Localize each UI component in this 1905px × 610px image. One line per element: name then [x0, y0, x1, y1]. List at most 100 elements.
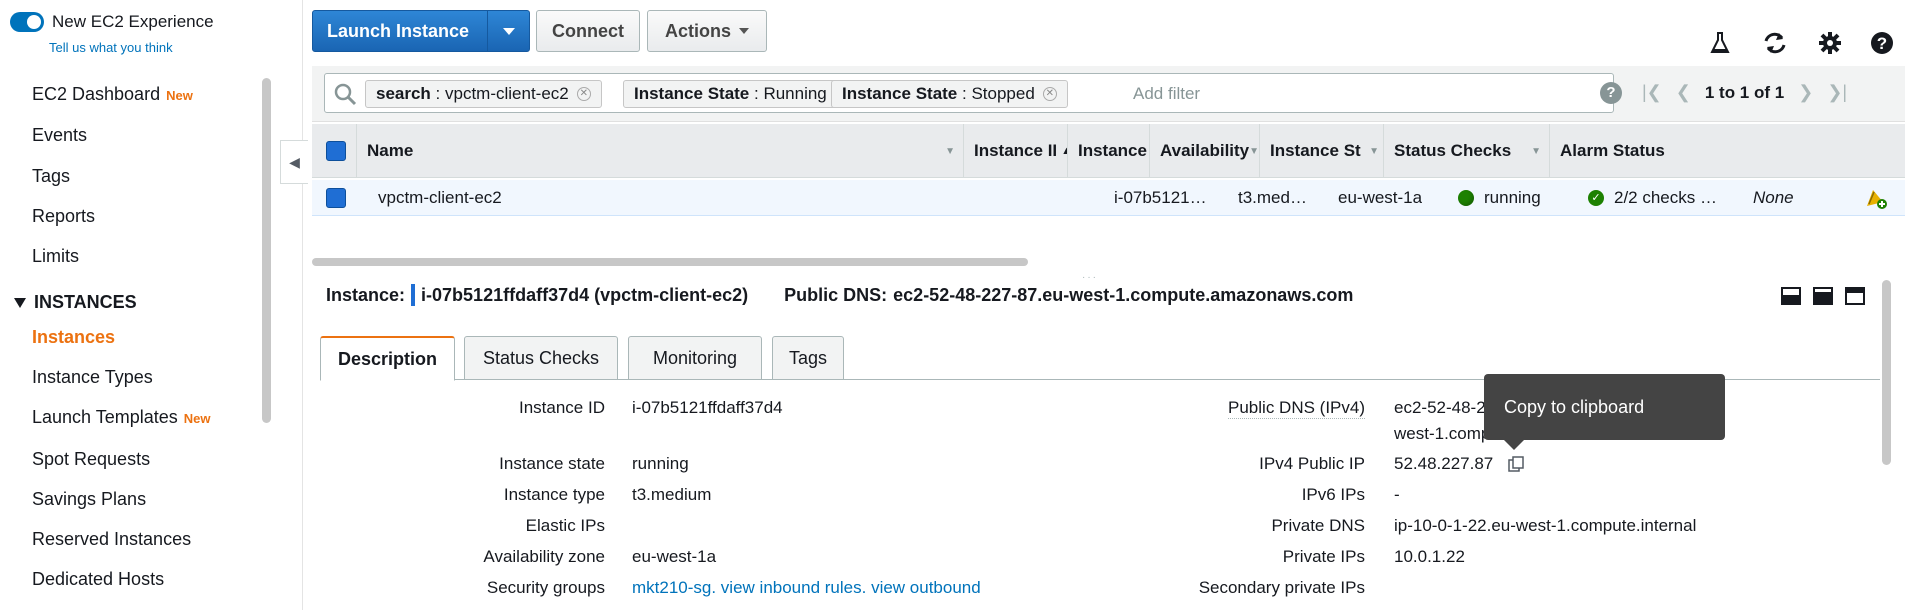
select-all-checkbox[interactable] [326, 141, 346, 161]
col-header-status-checks[interactable]: Status Checks ▼ [1384, 124, 1550, 178]
refresh-icon[interactable] [1762, 30, 1788, 56]
value-ipv4-public-ip: 52.48.227.87 [1394, 454, 1494, 473]
col-header-availability[interactable]: Availability ▼ [1150, 124, 1260, 178]
sidebar-item-dedicated-hosts[interactable]: Dedicated Hosts [32, 569, 164, 590]
grid-header: Name ▼ Instance II▲ Instance Availability… [312, 124, 1905, 178]
col-header-alarm-status[interactable]: Alarm Status [1550, 124, 1905, 178]
token-value: Running [763, 84, 827, 103]
value-instance-state: running [632, 454, 689, 473]
caret-down-icon: ▼ [1531, 145, 1541, 157]
sidebar-scrollbar[interactable] [262, 78, 271, 423]
new-experience-toggle-row[interactable]: New EC2 Experience [10, 12, 214, 32]
table-row[interactable]: vpctm-client-ec2 i-07b5121… t3.med… eu-w… [312, 180, 1905, 216]
new-experience-toggle[interactable] [10, 12, 44, 32]
value-security-groups-link[interactable]: mkt210-sg. view inbound rules. view outb… [632, 578, 981, 598]
col-label: Instance St [1270, 141, 1361, 160]
horizontal-scrollbar[interactable] [312, 258, 1028, 266]
sidebar-item-instances[interactable]: Instances [32, 327, 115, 348]
row-checkbox[interactable] [326, 188, 346, 208]
dns-value: ec2-52-48-227-87.eu-west-1.compute.amazo… [893, 284, 1354, 305]
col-header-instance-id[interactable]: Instance II▲ [964, 124, 1068, 178]
sidebar-item-limits[interactable]: Limits [32, 246, 79, 267]
pane-layout-half-icon[interactable] [1813, 287, 1833, 305]
tab-description[interactable]: Description [320, 336, 455, 381]
cell-instance-type: t3.med… [1238, 188, 1307, 207]
pane-layout-full-icon[interactable] [1845, 287, 1865, 305]
instance-label: Instance: [326, 284, 406, 305]
label-ipv4-public-ip: IPv4 Public IP [1259, 454, 1365, 473]
add-filter-placeholder[interactable]: Add filter [1133, 84, 1200, 104]
sidebar-item-reports[interactable]: Reports [32, 206, 95, 227]
feedback-link[interactable]: Tell us what you think [49, 40, 173, 55]
instance-value: i-07b5121ffdaff37d4 (vpctm-client-ec2) [421, 284, 749, 305]
create-alarm-icon[interactable] [1863, 180, 1889, 216]
toggle-label: New EC2 Experience [52, 12, 214, 31]
sidebar-item-reserved-instances[interactable]: Reserved Instances [32, 529, 191, 550]
value-availability-zone: eu-west-1a [632, 547, 717, 566]
filter-token-state-running[interactable]: Instance State : Running✕ [623, 80, 860, 108]
sidebar-item-instance-types[interactable]: Instance Types [32, 367, 153, 388]
col-label: Alarm Status [1560, 141, 1665, 160]
copy-icon[interactable] [1508, 456, 1524, 472]
caret-down-icon: ▼ [945, 145, 955, 157]
actions-label: Actions [664, 20, 731, 41]
resize-handle-icon[interactable]: ··· [1082, 272, 1098, 283]
close-icon[interactable]: ✕ [1042, 87, 1057, 101]
last-page-icon[interactable]: ❯| [1827, 82, 1847, 103]
copy-tooltip: Copy to clipboard [1484, 374, 1725, 450]
sidebar-item-savings-plans[interactable]: Savings Plans [32, 489, 146, 510]
details-scrollbar[interactable] [1882, 280, 1891, 465]
launch-instance-button[interactable]: Launch Instance [312, 10, 530, 52]
search-icon [334, 83, 357, 106]
filter-token-state-stopped[interactable]: Instance State : Stopped ✕ [831, 80, 1068, 108]
prev-page-icon[interactable]: ❮ [1676, 82, 1691, 103]
col-label: Name [367, 141, 414, 160]
caret-down-icon [502, 27, 515, 35]
tab-monitoring[interactable]: Monitoring [628, 336, 762, 380]
help-icon[interactable]: ? [1600, 82, 1622, 104]
col-header-name[interactable]: Name ▼ [356, 124, 964, 178]
cell-instance-id: i-07b5121… [1114, 188, 1207, 207]
caret-down-icon [739, 28, 749, 34]
sidebar-item-label: Launch Templates [32, 407, 178, 427]
first-page-icon[interactable]: |❮ [1642, 82, 1662, 103]
flask-icon[interactable] [1707, 30, 1733, 56]
label-instance-state: Instance state [499, 454, 605, 473]
section-label: INSTANCES [34, 292, 137, 312]
tab-status-checks[interactable]: Status Checks [464, 336, 618, 380]
sidebar-section-instances[interactable]: INSTANCES [14, 292, 137, 313]
value-public-dns: ec2-52-48-2 [1394, 398, 1486, 417]
filter-input[interactable]: search : vpctm-client-ec2 ✕ Instance Stat… [324, 73, 1622, 113]
help-icon[interactable]: ? [1869, 30, 1895, 56]
col-header-instance-type[interactable]: Instance [1068, 124, 1150, 178]
collapse-sidebar-button[interactable]: ◀ [280, 140, 308, 184]
cell-alarm-status: None [1753, 188, 1794, 207]
col-label: Availability [1160, 141, 1250, 160]
sidebar-item-tags[interactable]: Tags [32, 166, 70, 187]
token-value: vpctm-client-ec2 [445, 84, 569, 103]
token-value: Stopped [971, 84, 1035, 103]
sidebar-item-label: EC2 Dashboard [32, 84, 161, 104]
state-label: running [1484, 188, 1541, 207]
close-icon[interactable]: ✕ [576, 87, 591, 101]
value-private-dns: ip-10-0-1-22.eu-west-1.compute.internal [1394, 516, 1697, 535]
caret-down-icon [14, 297, 26, 308]
sidebar-item-ec2-dashboard[interactable]: EC2 Dashboard New [32, 84, 193, 105]
next-page-icon[interactable]: ❯ [1798, 82, 1813, 103]
sidebar-item-launch-templates[interactable]: Launch Templates New [32, 407, 211, 428]
col-header-instance-state[interactable]: Instance St ▼ [1260, 124, 1384, 178]
label-public-dns: Public DNS (IPv4) [1228, 398, 1365, 419]
connect-button[interactable]: Connect [536, 10, 640, 52]
pane-layout-bottom-icon[interactable] [1781, 287, 1801, 305]
actions-button[interactable]: Actions [647, 10, 767, 52]
sidebar-item-spot-requests[interactable]: Spot Requests [32, 449, 150, 470]
sidebar-item-events[interactable]: Events [32, 125, 87, 146]
gear-icon[interactable] [1817, 30, 1843, 56]
new-badge: New [166, 88, 193, 103]
filter-token-search[interactable]: search : vpctm-client-ec2 ✕ [365, 80, 602, 108]
col-label: Instance II [974, 141, 1058, 160]
value-instance-type: t3.medium [632, 485, 712, 504]
cell-name: vpctm-client-ec2 [378, 188, 502, 207]
launch-dropdown-toggle[interactable] [487, 11, 529, 51]
tab-tags[interactable]: Tags [772, 336, 844, 380]
